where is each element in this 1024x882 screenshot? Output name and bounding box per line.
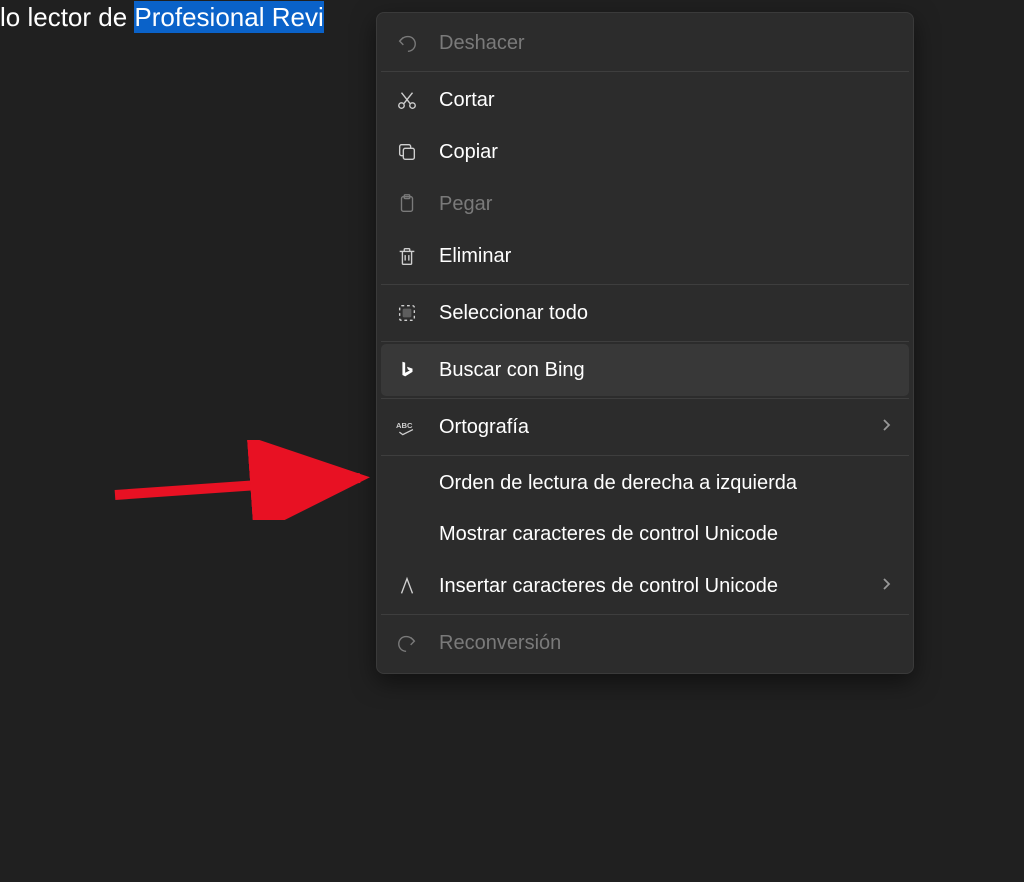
undo-icon bbox=[395, 31, 419, 55]
divider bbox=[381, 455, 909, 456]
divider bbox=[381, 71, 909, 72]
select-all-icon bbox=[395, 301, 419, 325]
chevron-right-icon bbox=[881, 416, 897, 439]
menu-select-all-label: Seleccionar todo bbox=[439, 302, 897, 325]
menu-insert-unicode[interactable]: Insertar caracteres de control Unicode bbox=[381, 560, 909, 612]
cut-icon bbox=[395, 88, 419, 112]
menu-select-all[interactable]: Seleccionar todo bbox=[381, 287, 909, 339]
context-menu: Deshacer Cortar Copiar bbox=[376, 12, 914, 674]
text-selection: Profesional Revi bbox=[134, 1, 323, 33]
menu-show-unicode-label: Mostrar caracteres de control Unicode bbox=[439, 523, 897, 546]
paste-icon bbox=[395, 192, 419, 216]
menu-reconversion: Reconversión bbox=[381, 617, 909, 669]
divider bbox=[381, 398, 909, 399]
trash-icon bbox=[395, 244, 419, 268]
menu-copy[interactable]: Copiar bbox=[381, 126, 909, 178]
editor-text[interactable]: lo lector de Profesional Revi bbox=[0, 2, 324, 33]
divider bbox=[381, 614, 909, 615]
menu-delete-label: Eliminar bbox=[439, 245, 897, 268]
menu-rtl-order-label: Orden de lectura de derecha a izquierda bbox=[439, 472, 897, 495]
menu-insert-unicode-label: Insertar caracteres de control Unicode bbox=[439, 575, 881, 598]
menu-search-bing[interactable]: Buscar con Bing bbox=[381, 344, 909, 396]
menu-cut[interactable]: Cortar bbox=[381, 74, 909, 126]
menu-reconversion-label: Reconversión bbox=[439, 632, 897, 655]
menu-search-bing-label: Buscar con Bing bbox=[439, 359, 897, 382]
menu-spelling-label: Ortografía bbox=[439, 416, 881, 439]
divider bbox=[381, 284, 909, 285]
menu-spelling[interactable]: ABC Ortografía bbox=[381, 401, 909, 453]
menu-paste-label: Pegar bbox=[439, 193, 897, 216]
insert-unicode-icon bbox=[395, 574, 419, 598]
divider bbox=[381, 341, 909, 342]
spelling-icon: ABC bbox=[395, 415, 419, 439]
menu-cut-label: Cortar bbox=[439, 89, 897, 112]
menu-delete[interactable]: Eliminar bbox=[381, 230, 909, 282]
annotation-arrow bbox=[105, 440, 385, 520]
menu-undo: Deshacer bbox=[381, 17, 909, 69]
copy-icon bbox=[395, 140, 419, 164]
menu-rtl-order[interactable]: Orden de lectura de derecha a izquierda bbox=[381, 458, 909, 509]
chevron-right-icon bbox=[881, 575, 897, 598]
text-prefix: lo lector de bbox=[0, 2, 134, 32]
menu-undo-label: Deshacer bbox=[439, 32, 897, 55]
bing-icon bbox=[395, 358, 419, 382]
reconversion-icon bbox=[395, 631, 419, 655]
menu-copy-label: Copiar bbox=[439, 141, 897, 164]
menu-paste: Pegar bbox=[381, 178, 909, 230]
svg-text:ABC: ABC bbox=[396, 421, 413, 430]
menu-show-unicode[interactable]: Mostrar caracteres de control Unicode bbox=[381, 509, 909, 560]
